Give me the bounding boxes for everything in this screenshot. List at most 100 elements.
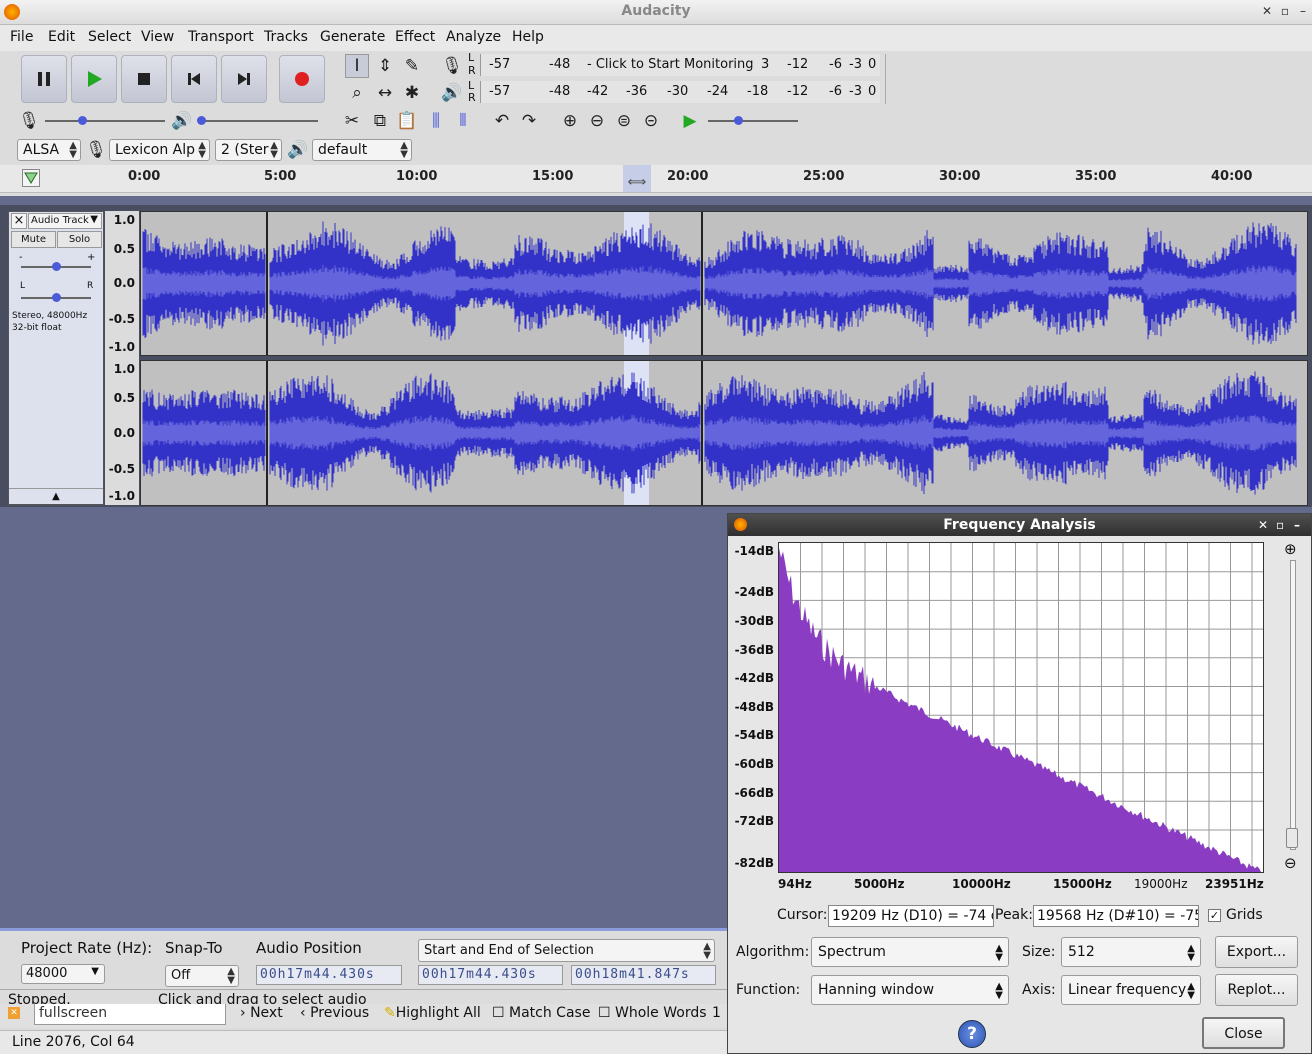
ruler-tick-label: 15:00: [532, 169, 574, 184]
audio-position-time[interactable]: 00h17m44.430s: [256, 965, 402, 985]
paste-icon[interactable]: 📋: [395, 109, 419, 133]
snap-to-select[interactable]: Off ▲ ▼: [165, 965, 239, 987]
input-volume-slider[interactable]: [45, 120, 165, 122]
track-name-button[interactable]: Audio Track ▼: [28, 213, 102, 229]
dialog-maximize-icon[interactable]: ▫: [1276, 514, 1284, 536]
track-close-button[interactable]: ×: [11, 213, 27, 229]
highlight-all-button[interactable]: ✎Highlight All: [384, 1005, 481, 1021]
play-at-speed-icon[interactable]: ▶: [678, 109, 702, 133]
recording-channels-select[interactable]: 2 (Ster ▲ ▼: [215, 139, 282, 161]
algorithm-select[interactable]: Spectrum ▲ ▼: [811, 937, 1009, 967]
zoom-slider[interactable]: [1290, 560, 1296, 850]
grids-checkbox[interactable]: ✓: [1208, 909, 1221, 922]
microphone-icon[interactable]: 🎙: [440, 54, 464, 78]
start-monitoring-label[interactable]: - Click to Start Monitoring: [587, 57, 754, 72]
gain-slider-thumb[interactable]: [52, 262, 61, 271]
trim-icon[interactable]: ⫼: [424, 109, 448, 133]
whole-words-checkbox[interactable]: ☐ Whole Words: [598, 1005, 707, 1021]
findbar-close-icon[interactable]: ✕: [8, 1007, 20, 1019]
audio-host-select[interactable]: ALSA ▲ ▼: [17, 139, 81, 161]
output-volume-thumb[interactable]: [197, 116, 206, 125]
draw-tool-icon[interactable]: ✎: [400, 54, 424, 78]
menu-select[interactable]: Select: [88, 29, 131, 45]
timeline-ruler[interactable]: 0:00 5:00 10:00 15:00 ⟺ 20:00 25:00 30:0…: [0, 165, 1312, 193]
menu-effect[interactable]: Effect: [395, 29, 435, 45]
menu-help[interactable]: Help: [512, 29, 544, 45]
speaker-icon[interactable]: 🔊: [440, 81, 464, 105]
peak-value-field[interactable]: 19568 Hz (D#10) = -75: [1033, 905, 1199, 927]
play-speed-slider[interactable]: [708, 120, 798, 122]
project-rate-select[interactable]: 48000 ▼: [21, 964, 105, 984]
playback-device-select[interactable]: default ▲ ▼: [312, 139, 412, 161]
redo-icon[interactable]: ↷: [517, 109, 541, 133]
find-previous-button[interactable]: ‹ Previous: [300, 1005, 369, 1021]
maximize-icon[interactable]: ▫: [1278, 4, 1292, 18]
replot-button[interactable]: Replot...: [1215, 974, 1298, 1006]
find-next-button[interactable]: › Next: [240, 1005, 283, 1021]
solo-button[interactable]: Solo: [57, 231, 102, 248]
pan-slider-thumb[interactable]: [52, 293, 61, 302]
menu-edit[interactable]: Edit: [48, 29, 75, 45]
grids-label: Grids: [1226, 907, 1263, 923]
cursor-value-field[interactable]: 19209 Hz (D10) = -74 d: [828, 905, 994, 927]
close-icon[interactable]: ✕: [1260, 4, 1274, 18]
collapse-track-icon[interactable]: ▲: [9, 488, 103, 504]
silence-icon[interactable]: ⫴: [451, 109, 475, 133]
menu-tracks[interactable]: Tracks: [264, 29, 308, 45]
envelope-tool-icon[interactable]: ⇕: [373, 54, 397, 78]
selection-end-time[interactable]: 00h18m41.847s: [571, 965, 716, 985]
spectrum-plot[interactable]: [778, 542, 1264, 873]
skip-start-button[interactable]: [171, 55, 217, 103]
size-select[interactable]: 512 ▲ ▼: [1061, 937, 1201, 967]
pause-button[interactable]: [21, 55, 67, 103]
play-speed-thumb[interactable]: [734, 116, 743, 125]
menu-view[interactable]: View: [141, 29, 174, 45]
find-input[interactable]: fullscreen: [34, 1004, 226, 1025]
waveform-channel-left[interactable]: [140, 211, 1308, 356]
mute-button[interactable]: Mute: [11, 231, 56, 248]
zoom-out-icon[interactable]: ⊖: [1284, 854, 1297, 872]
output-volume-slider[interactable]: [198, 120, 318, 122]
help-button[interactable]: ?: [958, 1020, 986, 1048]
record-button[interactable]: [279, 55, 325, 103]
function-select[interactable]: Hanning window ▲ ▼: [811, 975, 1009, 1005]
minimize-icon[interactable]: –: [1296, 4, 1310, 18]
zoom-tool-icon[interactable]: ⌕: [345, 81, 369, 105]
close-button[interactable]: Close: [1202, 1017, 1285, 1049]
menu-analyze[interactable]: Analyze: [446, 29, 501, 45]
selection-tool-icon[interactable]: I: [345, 54, 369, 78]
copy-icon[interactable]: ⧉: [368, 109, 392, 133]
fit-project-icon[interactable]: ⊝: [639, 109, 663, 133]
recording-device-select[interactable]: Lexicon Alp ▲ ▼: [109, 139, 210, 161]
export-button[interactable]: Export...: [1215, 936, 1298, 968]
selection-region-marker[interactable]: ⟺: [623, 165, 651, 192]
play-meter-tick: 0: [868, 84, 877, 99]
menu-file[interactable]: File: [10, 29, 33, 45]
menu-transport[interactable]: Transport: [188, 29, 254, 45]
timeshift-tool-icon[interactable]: ↔: [373, 81, 397, 105]
input-volume-thumb[interactable]: [78, 116, 87, 125]
selection-start-time[interactable]: 00h17m44.430s: [418, 965, 563, 985]
fit-selection-icon[interactable]: ⊜: [612, 109, 636, 133]
dialog-minimize-icon[interactable]: –: [1294, 514, 1300, 536]
match-case-checkbox[interactable]: ☐ Match Case: [492, 1005, 590, 1021]
cut-icon[interactable]: ✂: [340, 109, 364, 133]
zoom-in-icon[interactable]: ⊕: [558, 109, 582, 133]
dialog-close-icon[interactable]: ✕: [1258, 514, 1268, 536]
axis-select[interactable]: Linear frequency ▲ ▼: [1061, 975, 1201, 1005]
db-label: -30dB: [734, 614, 774, 628]
zoom-out-icon[interactable]: ⊖: [585, 109, 609, 133]
menu-generate[interactable]: Generate: [320, 29, 385, 45]
play-button[interactable]: [71, 55, 117, 103]
multi-tool-icon[interactable]: ✱: [400, 81, 424, 105]
playback-meter[interactable]: -57 -48 -42 -36 -30 -24 -18 -12 -6 -3 0: [480, 81, 880, 103]
skip-end-button[interactable]: [221, 55, 267, 103]
zoom-in-icon[interactable]: ⊕: [1284, 540, 1297, 558]
selection-mode-select[interactable]: Start and End of Selection ▲ ▼: [418, 939, 715, 962]
record-meter[interactable]: -57 -48 - Click to Start Monitoring 3 -1…: [480, 54, 880, 76]
undo-icon[interactable]: ↶: [490, 109, 514, 133]
waveform-channel-right[interactable]: [140, 360, 1308, 506]
zoom-slider-thumb[interactable]: [1286, 828, 1298, 848]
stop-button[interactable]: [121, 55, 167, 103]
play-head-marker-icon[interactable]: [22, 169, 40, 187]
